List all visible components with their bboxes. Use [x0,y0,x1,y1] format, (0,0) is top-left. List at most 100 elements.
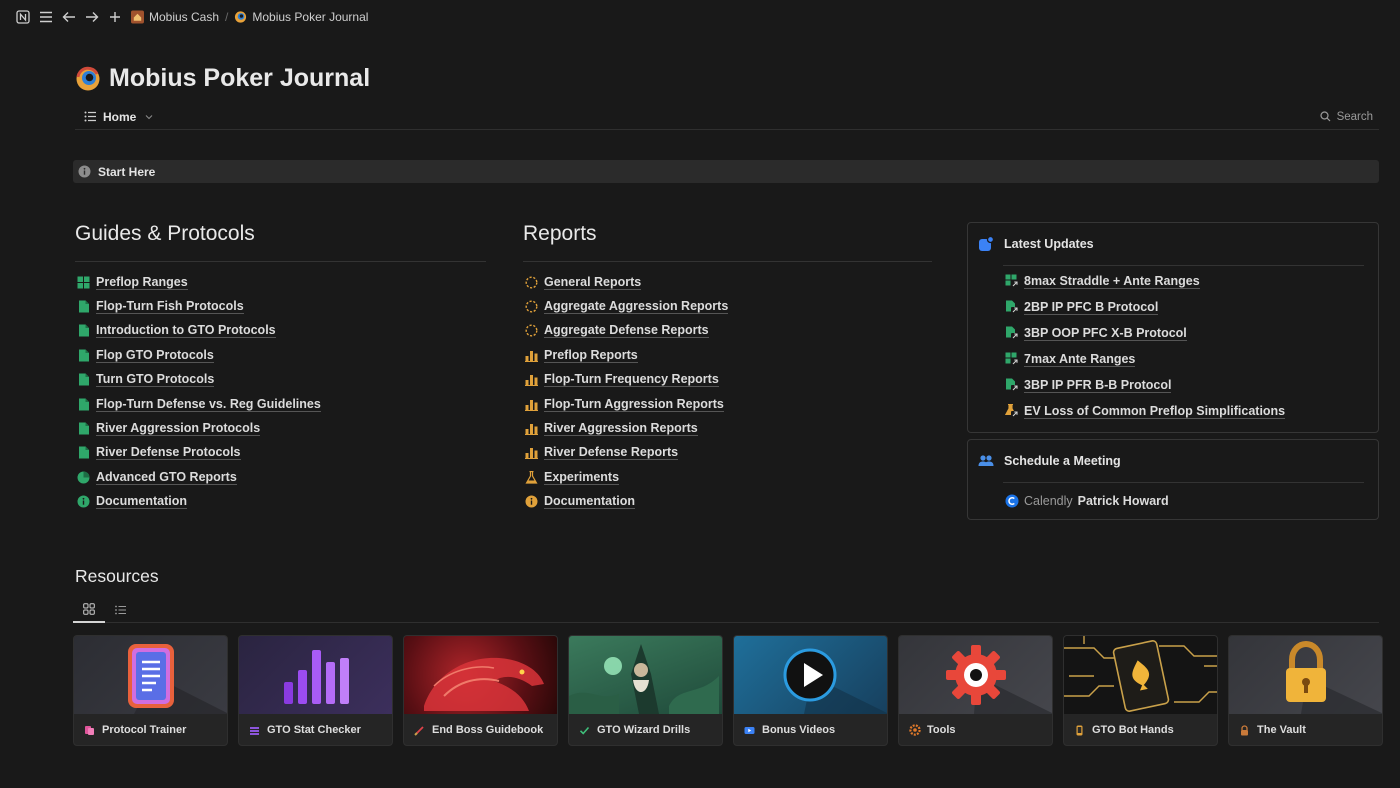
start-here-toggle[interactable]: Start Here [73,160,1379,183]
resources-view-tabs [73,597,1379,623]
pie-icon [77,471,90,484]
document-icon [77,300,90,313]
document-icon [77,349,90,362]
calendly-provider: Calendly [1024,494,1073,508]
card-thumbnail [569,636,722,714]
view-tab-label: Home [103,109,137,124]
reports-link[interactable]: River Defense Reports [523,441,932,465]
latest-update-link[interactable]: EV Loss of Common Preflop Simplification… [968,398,1378,424]
resource-card-tools[interactable]: Tools [898,635,1053,746]
resource-card-gto-bot-hands[interactable]: GTO Bot Hands [1063,635,1218,746]
guides-link[interactable]: River Defense Protocols [75,441,486,465]
document-icon [77,398,90,411]
guides-link[interactable]: Flop-Turn Defense vs. Reg Guidelines [75,392,486,416]
top-bar: Mobius Cash / Mobius Poker Journal [0,0,1400,34]
calendly-name: Patrick Howard [1077,494,1169,508]
latest-update-link[interactable]: 3BP IP PFR B-B Protocol [968,372,1378,398]
guides-list: Preflop Ranges Flop-Turn Fish Protocols In… [75,270,486,514]
reports-link[interactable]: Flop-Turn Frequency Reports [523,368,932,392]
breadcrumb-mobius-cash[interactable]: Mobius Cash [127,8,223,26]
resource-card-gto-wizard-drills[interactable]: GTO Wizard Drills [568,635,723,746]
gallery-view-tab[interactable] [73,597,105,623]
guides-heading: Guides & Protocols [75,222,255,245]
link-label: Turn GTO Protocols [96,372,215,388]
reports-link[interactable]: Experiments [523,465,932,489]
dashed-circle-icon [525,300,538,313]
link-label: Introduction to GTO Protocols [96,323,276,339]
resource-card-end-boss-guidebook[interactable]: End Boss Guidebook [403,635,558,746]
list-icon [115,605,126,615]
resource-card-gto-stat-checker[interactable]: GTO Stat Checker [238,635,393,746]
schedule-meeting-panel: Schedule a Meeting Calendly Patrick Howa… [967,439,1379,520]
notification-icon [978,236,994,252]
card-title: End Boss Guidebook [432,724,544,736]
calendly-logo-icon [1005,494,1019,508]
card-label-row: GTO Wizard Drills [569,714,722,745]
card-label-row: Protocol Trainer [74,714,227,745]
link-label: Aggregate Defense Reports [544,323,709,339]
resource-card-protocol-trainer[interactable]: Protocol Trainer [73,635,228,746]
notion-logo-icon[interactable] [12,6,34,28]
back-arrow-icon[interactable] [58,6,80,28]
document-icon [77,422,90,435]
doc-link-icon [1005,300,1019,314]
menu-icon[interactable] [35,6,57,28]
forward-arrow-icon[interactable] [81,6,103,28]
reports-link[interactable]: General Reports [523,270,932,294]
dashed-circle-icon [525,324,538,337]
latest-update-link[interactable]: 2BP IP PFC B Protocol [968,294,1378,320]
reports-link[interactable]: Aggregate Defense Reports [523,319,932,343]
reports-link[interactable]: Documentation [523,490,932,514]
breadcrumb-current-page[interactable]: Mobius Poker Journal [230,8,372,26]
guides-link[interactable]: Flop-Turn Fish Protocols [75,294,486,318]
resource-card-the-vault[interactable]: The Vault [1228,635,1383,746]
link-label: Experiments [544,469,620,485]
link-label: 7max Ante Ranges [1024,351,1136,367]
link-label: 2BP IP PFC B Protocol [1024,299,1159,315]
search-button[interactable]: Search [1319,110,1379,123]
latest-updates-heading: Latest Updates [1004,237,1094,251]
guides-link[interactable]: Documentation [75,490,486,514]
latest-update-link[interactable]: 8max Straddle + Ante Ranges [968,268,1378,294]
card-label-row: Bonus Videos [734,714,887,745]
card-title: The Vault [1257,724,1306,736]
latest-update-link[interactable]: 7max Ante Ranges [968,346,1378,372]
guides-link[interactable]: Preflop Ranges [75,270,486,294]
gallery-icon [83,603,95,615]
calendly-link[interactable]: Calendly Patrick Howard [968,483,1378,515]
info-icon [78,165,91,178]
list-view-tab[interactable] [105,597,137,623]
phone-icon [1073,724,1086,737]
breadcrumb-label: Mobius Poker Journal [252,10,369,24]
add-icon[interactable] [104,6,126,28]
card-thumbnail [239,636,392,714]
guides-link[interactable]: River Aggression Protocols [75,416,486,440]
view-tab-home[interactable]: Home [75,110,155,124]
video-icon [743,724,756,737]
info-icon [77,495,90,508]
latest-update-link[interactable]: 3BP OOP PFC X-B Protocol [968,320,1378,346]
guides-link[interactable]: Flop GTO Protocols [75,343,486,367]
resource-card-bonus-videos[interactable]: Bonus Videos [733,635,888,746]
guides-link[interactable]: Advanced GTO Reports [75,465,486,489]
chevron-down-icon [142,110,155,123]
reports-column: Reports General Reports Aggregate Aggress… [523,222,932,514]
card-thumbnail [1229,636,1382,714]
reports-link[interactable]: Flop-Turn Aggression Reports [523,392,932,416]
grid-link-icon [1005,274,1019,288]
reports-link[interactable]: Aggregate Aggression Reports [523,294,932,318]
link-label: River Defense Protocols [96,445,241,461]
reports-link[interactable]: Preflop Reports [523,343,932,367]
document-icon [77,373,90,386]
link-label: EV Loss of Common Preflop Simplification… [1024,403,1286,419]
guides-link[interactable]: Turn GTO Protocols [75,368,486,392]
document-icon [77,446,90,459]
page-title: Mobius Poker Journal [109,64,371,92]
card-thumbnail [1064,636,1217,714]
schedule-meeting-header: Schedule a Meeting [968,440,1378,482]
guides-link[interactable]: Introduction to GTO Protocols [75,319,486,343]
link-label: River Aggression Protocols [96,421,261,437]
link-label: 8max Straddle + Ante Ranges [1024,273,1200,289]
reports-link[interactable]: River Aggression Reports [523,416,932,440]
link-label: Flop-Turn Fish Protocols [96,299,244,315]
